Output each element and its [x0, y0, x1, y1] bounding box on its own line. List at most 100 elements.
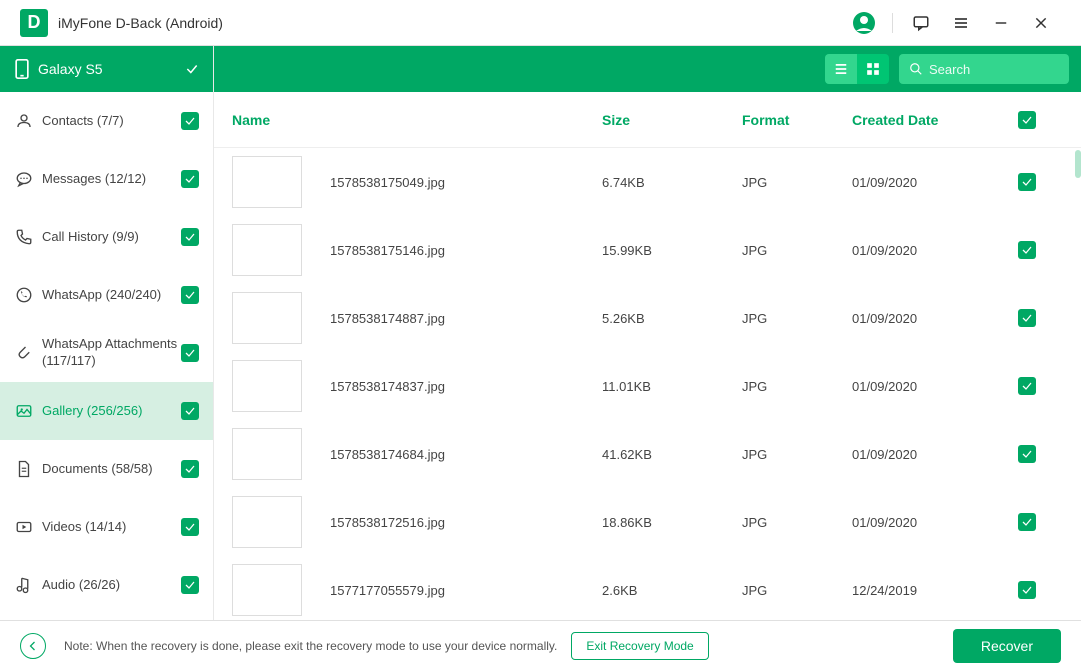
sidebar-item-checkbox[interactable]	[181, 460, 199, 478]
sidebar-item-checkbox[interactable]	[181, 344, 199, 362]
row-checkbox[interactable]	[1012, 241, 1042, 259]
recover-button[interactable]: Recover	[953, 629, 1061, 663]
user-icon[interactable]	[844, 3, 884, 43]
sidebar-item-label: WhatsApp (240/240)	[42, 287, 181, 304]
row-checkbox[interactable]	[1012, 445, 1042, 463]
search-input[interactable]	[929, 62, 1081, 77]
sidebar-item-checkbox[interactable]	[181, 576, 199, 594]
toolbar	[214, 46, 1081, 92]
thumbnail	[232, 224, 302, 276]
device-header[interactable]: Galaxy S5	[0, 46, 213, 92]
sidebar: Galaxy S5 Contacts (7/7) Messages (12/12)…	[0, 46, 214, 620]
col-format[interactable]: Format	[742, 112, 852, 128]
sidebar-item-checkbox[interactable]	[181, 170, 199, 188]
file-format: JPG	[742, 175, 852, 190]
file-date: 01/09/2020	[852, 243, 1012, 258]
thumbnail	[232, 564, 302, 616]
call-history-icon	[14, 228, 34, 246]
exit-recovery-button[interactable]: Exit Recovery Mode	[571, 632, 708, 660]
sidebar-item-messages[interactable]: Messages (12/12)	[0, 150, 213, 208]
file-table: Name Size Format Created Date 1578538175…	[214, 92, 1081, 620]
file-format: JPG	[742, 447, 852, 462]
sidebar-item-whatsapp-attachments[interactable]: WhatsApp Attachments (117/117)	[0, 324, 213, 382]
footer: Note: When the recovery is done, please …	[0, 620, 1081, 670]
table-row[interactable]: 1578538175049.jpg 6.74KBJPG01/09/2020	[214, 148, 1081, 216]
divider	[892, 13, 893, 33]
phone-icon	[14, 59, 30, 79]
thumbnail	[232, 360, 302, 412]
file-size: 5.26KB	[602, 311, 742, 326]
sidebar-item-checkbox[interactable]	[181, 286, 199, 304]
file-format: JPG	[742, 379, 852, 394]
select-all-checkbox[interactable]	[1012, 111, 1042, 129]
footer-note: Note: When the recovery is done, please …	[64, 639, 557, 653]
sidebar-item-gallery[interactable]: Gallery (256/256)	[0, 382, 213, 440]
back-button[interactable]	[20, 633, 46, 659]
file-name: 1578538172516.jpg	[330, 515, 445, 530]
sidebar-item-videos[interactable]: Videos (14/14)	[0, 498, 213, 556]
sidebar-item-audio[interactable]: Audio (26/26)	[0, 556, 213, 614]
sidebar-item-checkbox[interactable]	[181, 402, 199, 420]
table-row[interactable]: 1578538174837.jpg11.01KBJPG01/09/2020	[214, 352, 1081, 420]
audio-icon	[14, 576, 34, 594]
feedback-icon[interactable]	[901, 3, 941, 43]
table-header: Name Size Format Created Date	[214, 92, 1081, 148]
view-toggle	[825, 54, 889, 84]
row-checkbox[interactable]	[1012, 173, 1042, 191]
col-size[interactable]: Size	[602, 112, 742, 128]
col-date[interactable]: Created Date	[852, 112, 1012, 128]
row-checkbox[interactable]	[1012, 309, 1042, 327]
file-name: 1577177055579.jpg	[330, 583, 445, 598]
contacts-icon	[14, 112, 34, 130]
table-row[interactable]: 1578538172516.jpg18.86KBJPG01/09/2020	[214, 488, 1081, 556]
sidebar-item-whatsapp[interactable]: WhatsApp (240/240)	[0, 266, 213, 324]
file-name: 1578538174837.jpg	[330, 379, 445, 394]
file-size: 11.01KB	[602, 379, 742, 394]
grid-view-button[interactable]	[857, 54, 889, 84]
sidebar-item-label: Call History (9/9)	[42, 229, 181, 246]
sidebar-item-documents[interactable]: Documents (58/58)	[0, 440, 213, 498]
col-name[interactable]: Name	[232, 112, 602, 128]
file-size: 6.74KB	[602, 175, 742, 190]
row-checkbox[interactable]	[1012, 581, 1042, 599]
file-format: JPG	[742, 515, 852, 530]
documents-icon	[14, 460, 34, 478]
sidebar-item-label: Gallery (256/256)	[42, 403, 181, 420]
table-row[interactable]: 1578538174887.jpg5.26KBJPG01/09/2020	[214, 284, 1081, 352]
search-box[interactable]	[899, 54, 1069, 84]
sidebar-item-label: WhatsApp Attachments (117/117)	[42, 336, 181, 370]
whatsapp-icon	[14, 286, 34, 304]
minimize-icon[interactable]	[981, 3, 1021, 43]
device-check-icon	[185, 62, 199, 76]
device-name: Galaxy S5	[38, 61, 103, 77]
file-date: 01/09/2020	[852, 175, 1012, 190]
file-name: 1578538175049.jpg	[330, 175, 445, 190]
file-size: 2.6KB	[602, 583, 742, 598]
file-date: 01/09/2020	[852, 515, 1012, 530]
titlebar: D iMyFone D-Back (Android)	[0, 0, 1081, 46]
sidebar-item-contacts[interactable]: Contacts (7/7)	[0, 92, 213, 150]
sidebar-item-label: Audio (26/26)	[42, 577, 181, 594]
table-row[interactable]: 1578538175146.jpg15.99KBJPG01/09/2020	[214, 216, 1081, 284]
file-size: 15.99KB	[602, 243, 742, 258]
app-title: iMyFone D-Back (Android)	[58, 15, 223, 31]
file-size: 41.62KB	[602, 447, 742, 462]
row-checkbox[interactable]	[1012, 377, 1042, 395]
sidebar-item-label: Messages (12/12)	[42, 171, 181, 188]
list-view-button[interactable]	[825, 54, 857, 84]
close-icon[interactable]	[1021, 3, 1061, 43]
sidebar-item-label: Contacts (7/7)	[42, 113, 181, 130]
sidebar-item-checkbox[interactable]	[181, 112, 199, 130]
sidebar-item-checkbox[interactable]	[181, 518, 199, 536]
table-row[interactable]: 1578538174684.jpg41.62KBJPG01/09/2020	[214, 420, 1081, 488]
thumbnail	[232, 156, 302, 208]
scrollbar-thumb[interactable]	[1075, 150, 1081, 178]
sidebar-item-call-history[interactable]: Call History (9/9)	[0, 208, 213, 266]
menu-icon[interactable]	[941, 3, 981, 43]
sidebar-item-checkbox[interactable]	[181, 228, 199, 246]
whatsapp-attachments-icon	[14, 344, 34, 362]
table-row[interactable]: 1577177055579.jpg2.6KBJPG12/24/2019	[214, 556, 1081, 620]
row-checkbox[interactable]	[1012, 513, 1042, 531]
search-icon	[909, 62, 923, 76]
messages-icon	[14, 170, 34, 188]
